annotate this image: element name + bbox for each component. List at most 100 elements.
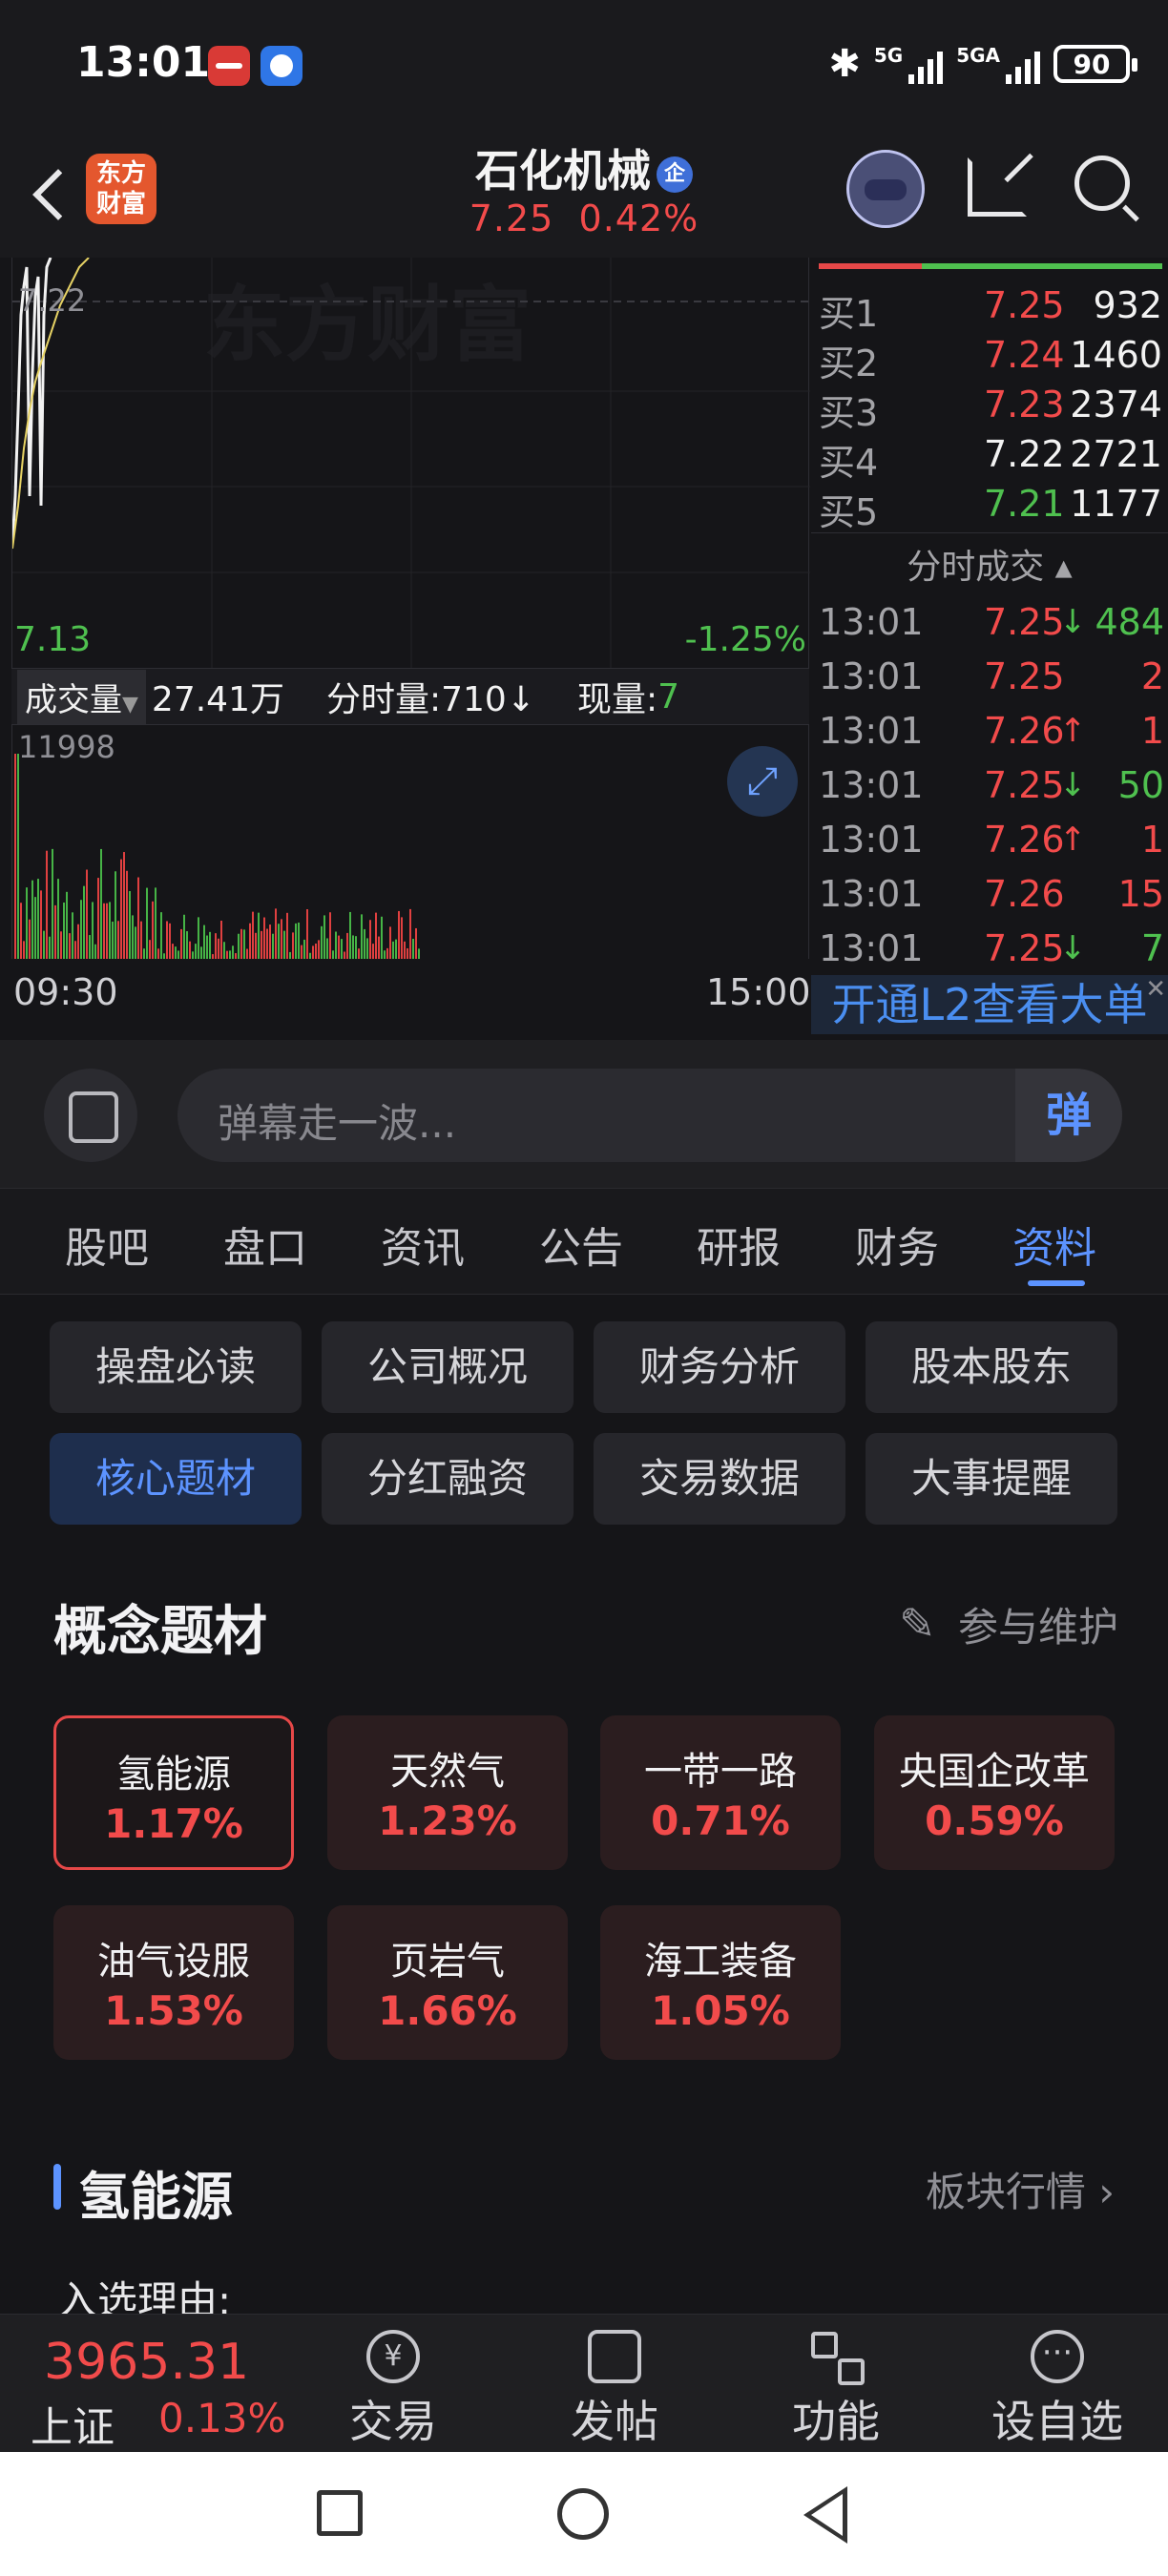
sector-quotes-link[interactable]: 板块行情 › — [926, 2160, 1115, 2218]
volume-bar — [40, 890, 42, 959]
volume-bar — [366, 938, 368, 959]
bid-row[interactable]: 买4 7.22 2721 — [819, 433, 1162, 484]
nav-functions[interactable]: 功能 — [760, 2324, 912, 2448]
tab-guba[interactable]: 股吧 — [65, 1214, 149, 1275]
ai-assistant-icon[interactable] — [846, 150, 925, 228]
danmaku-input[interactable]: 弹幕走一波... 弹 — [177, 1069, 1122, 1162]
share-icon[interactable] — [968, 157, 1027, 217]
volume-bar — [43, 930, 45, 959]
volume-bar — [332, 950, 334, 959]
concept-change-pct: 1.66% — [378, 1987, 517, 2034]
intraday-price-chart[interactable]: 东方财富 7.22 7.13 -1.25% — [11, 258, 810, 668]
trade-volume: 484 — [1095, 601, 1164, 643]
concept-card[interactable]: 央国企改革 0.59% — [874, 1715, 1115, 1870]
volume-bar — [341, 939, 343, 959]
volume-bar — [384, 950, 386, 959]
bid-row[interactable]: 买2 7.24 1460 — [819, 334, 1162, 384]
concept-card[interactable]: 油气设服 1.53% — [53, 1905, 294, 2060]
volume-bar — [155, 887, 156, 959]
volume-bar — [137, 877, 139, 959]
search-icon[interactable] — [1074, 156, 1130, 211]
bid-row[interactable]: 买5 7.21 1177 — [819, 483, 1162, 533]
volume-bar — [132, 915, 134, 959]
trade-row: 13:01 7.25 2 — [819, 655, 1164, 705]
compose-icon — [588, 2330, 641, 2383]
volume-bar — [77, 924, 79, 959]
trade-time: 13:01 — [819, 927, 924, 969]
danmaku-toggle-button[interactable]: 弹 — [1015, 1069, 1122, 1162]
volume-indicator-select[interactable]: 成交量▼ — [17, 669, 146, 724]
tab-announcements[interactable]: 公告 — [539, 1214, 623, 1275]
bid-level-label: 买2 — [819, 343, 879, 384]
volume-bar — [200, 946, 202, 959]
concept-card[interactable]: 天然气 1.23% — [327, 1715, 568, 1870]
tab-research[interactable]: 研报 — [697, 1214, 781, 1275]
trades-header[interactable]: 分时成交 ▴ — [811, 539, 1168, 589]
bid-row[interactable]: 买1 7.25 932 — [819, 284, 1162, 335]
volume-bar — [92, 902, 94, 959]
submenu-events[interactable]: 大事提醒 — [866, 1433, 1117, 1525]
volume-bar — [229, 950, 231, 959]
section-accent-bar — [53, 2164, 61, 2210]
volume-bar — [152, 901, 154, 959]
bid-volume: 1177 — [1070, 483, 1162, 525]
concept-card[interactable]: 一带一路 0.71% — [600, 1715, 841, 1870]
concept-card[interactable]: 海工装备 1.05% — [600, 1905, 841, 2060]
concept-change-pct: 1.23% — [378, 1797, 517, 1844]
maintain-button[interactable]: 参与维护 — [899, 1595, 1118, 1653]
submenu-company-overview[interactable]: 公司概况 — [322, 1321, 574, 1413]
tab-pankou[interactable]: 盘口 — [223, 1214, 307, 1275]
nav-label: 交易 — [349, 2396, 437, 2447]
submenu-trading-guide[interactable]: 操盘必读 — [50, 1321, 302, 1413]
volume-bar — [215, 933, 217, 959]
status-time: 13:01 — [76, 38, 211, 87]
volume-bar — [289, 951, 291, 959]
trade-row: 13:01 7.25 ↓ 7 — [819, 927, 1164, 977]
volume-bar — [246, 948, 248, 959]
volume-bar — [34, 897, 36, 959]
tab-finance[interactable]: 财务 — [855, 1214, 939, 1275]
tab-news[interactable]: 资讯 — [381, 1214, 465, 1275]
trade-volume: 1 — [1140, 710, 1164, 752]
bid-row[interactable]: 买3 7.23 2374 — [819, 384, 1162, 434]
concept-name: 一带一路 — [644, 1750, 797, 1794]
trade-direction-icon: ↓ — [1059, 929, 1087, 967]
close-icon[interactable]: ✕ — [1145, 975, 1166, 1004]
trade-direction-icon: ↓ — [1059, 603, 1087, 641]
volume-bar — [60, 931, 62, 959]
volume-bar — [295, 923, 297, 959]
volume-bar — [189, 941, 191, 959]
concept-name: 油气设服 — [97, 1940, 250, 1984]
nav-trade[interactable]: ¥ 交易 — [317, 2324, 469, 2448]
submenu-dividends[interactable]: 分红融资 — [322, 1433, 574, 1525]
bid-level-label: 买3 — [819, 392, 879, 434]
volume-bar — [206, 935, 208, 959]
l2-upgrade-link[interactable]: 开通L2查看大单 — [811, 975, 1168, 1034]
concept-change-pct: 0.71% — [651, 1797, 790, 1844]
back-icon[interactable] — [803, 2486, 847, 2544]
volume-bar — [272, 933, 274, 959]
volume-bar — [243, 929, 245, 959]
concept-name: 天然气 — [390, 1750, 505, 1794]
volume-bar — [80, 900, 82, 959]
submenu-financial-analysis[interactable]: 财务分析 — [594, 1321, 845, 1413]
expand-chart-button[interactable] — [727, 746, 798, 817]
volume-bar — [69, 933, 71, 959]
submenu-trading-data[interactable]: 交易数据 — [594, 1433, 845, 1525]
recent-apps-icon[interactable] — [317, 2490, 363, 2536]
submenu-shareholders[interactable]: 股本股东 — [866, 1321, 1117, 1413]
current-volume-value: 7 — [657, 676, 680, 717]
concept-card[interactable]: 页岩气 1.66% — [327, 1905, 568, 2060]
submenu-core-themes[interactable]: 核心题材 — [50, 1433, 302, 1525]
volume-bar — [129, 891, 131, 959]
home-icon[interactable] — [557, 2488, 609, 2540]
nav-add-watchlist[interactable]: ··· 设自选 — [981, 2324, 1134, 2448]
volume-chart[interactable]: 11998 — [11, 725, 809, 959]
nav-post[interactable]: 发帖 — [538, 2324, 691, 2448]
grid-icon — [809, 2330, 865, 2385]
tab-profile[interactable]: 资料 — [1012, 1214, 1096, 1275]
danmaku-settings-icon[interactable] — [44, 1069, 137, 1162]
concept-card[interactable]: 氢能源 1.17% — [53, 1715, 294, 1870]
tick-volume: 分时量:710↓ — [325, 680, 535, 719]
volume-bar — [46, 850, 48, 959]
